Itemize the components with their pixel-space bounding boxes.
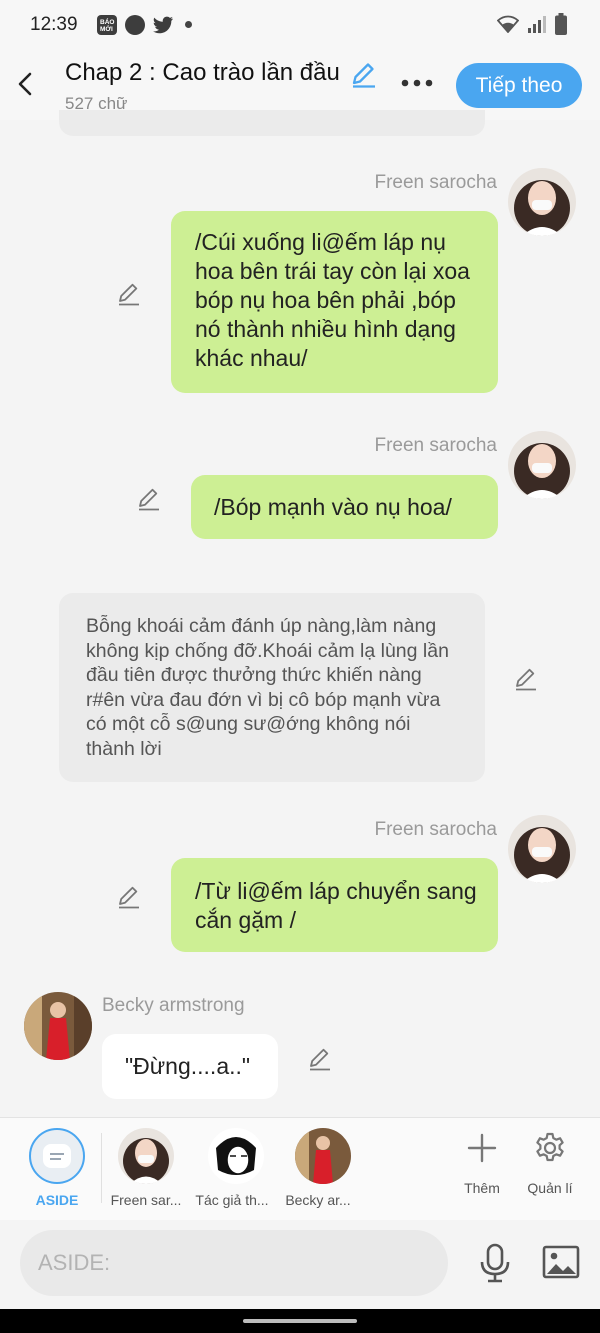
edit-title-icon[interactable] [350, 60, 378, 88]
baomoi-app-icon: BÁO MỚI [97, 15, 117, 35]
next-button[interactable]: Tiếp theo [456, 63, 582, 108]
compass-app-icon [125, 15, 145, 35]
character-label: Freen sar... [110, 1192, 182, 1208]
manage-label[interactable]: Quản lí [520, 1180, 580, 1196]
edit-message-icon[interactable] [307, 1046, 333, 1072]
narration-bubble[interactable]: Bỗng khoái cảm đánh úp nàng,làm nàng khô… [59, 593, 485, 782]
microphone-icon[interactable] [478, 1243, 512, 1283]
avatar-freen[interactable] [508, 168, 576, 236]
avatar-freen[interactable] [508, 815, 576, 883]
message-bubble[interactable]: /Cúi xuống li@ếm láp nụ hoa bên trái tay… [171, 211, 498, 393]
character-aside[interactable] [29, 1128, 85, 1184]
character-author[interactable] [208, 1128, 264, 1184]
sender-name: Freen sarocha [374, 172, 497, 193]
character-freen[interactable] [118, 1128, 174, 1184]
character-becky[interactable] [295, 1128, 351, 1184]
character-label: Becky ar... [285, 1192, 351, 1208]
svg-text:BÁO: BÁO [100, 17, 114, 26]
character-label: Tác giả th... [195, 1192, 269, 1208]
aside-note-icon [43, 1144, 71, 1168]
more-options-icon[interactable] [400, 78, 434, 88]
avatar-becky[interactable] [24, 992, 92, 1060]
character-label: ASIDE [35, 1192, 79, 1208]
avatar-freen[interactable] [508, 431, 576, 499]
message-bubble[interactable]: /Từ li@ếm láp chuyển sang cắn gặm / [171, 858, 498, 952]
back-arrow-icon[interactable] [15, 72, 37, 96]
message-input[interactable] [20, 1230, 448, 1296]
image-icon[interactable] [542, 1245, 580, 1279]
add-icon[interactable] [467, 1133, 497, 1163]
gear-icon[interactable] [533, 1131, 567, 1165]
edit-message-icon[interactable] [116, 281, 142, 307]
wifi-icon [497, 15, 519, 33]
battery-icon [555, 13, 567, 35]
previous-message-bubble[interactable] [59, 110, 485, 136]
edit-message-icon[interactable] [136, 486, 162, 512]
status-time: 12:39 [30, 14, 78, 35]
add-label[interactable]: Thêm [452, 1180, 512, 1196]
edit-message-icon[interactable] [513, 666, 539, 692]
signal-icon [528, 16, 546, 33]
chapter-title: Chap 2 : Cao trào lần đầu [65, 59, 340, 86]
edit-message-icon[interactable] [116, 884, 142, 910]
dot-icon [185, 21, 192, 28]
sender-name: Freen sarocha [374, 819, 497, 840]
home-gesture-pill[interactable] [243, 1319, 357, 1323]
message-bubble[interactable]: "Đừng....a.." [102, 1034, 278, 1099]
sender-name: Freen sarocha [374, 435, 497, 456]
svg-text:MỚI: MỚI [100, 24, 113, 33]
sender-name: Becky armstrong [102, 995, 245, 1016]
message-bubble[interactable]: /Bóp mạnh vào nụ hoa/ [191, 475, 498, 539]
twitter-icon [153, 16, 173, 34]
